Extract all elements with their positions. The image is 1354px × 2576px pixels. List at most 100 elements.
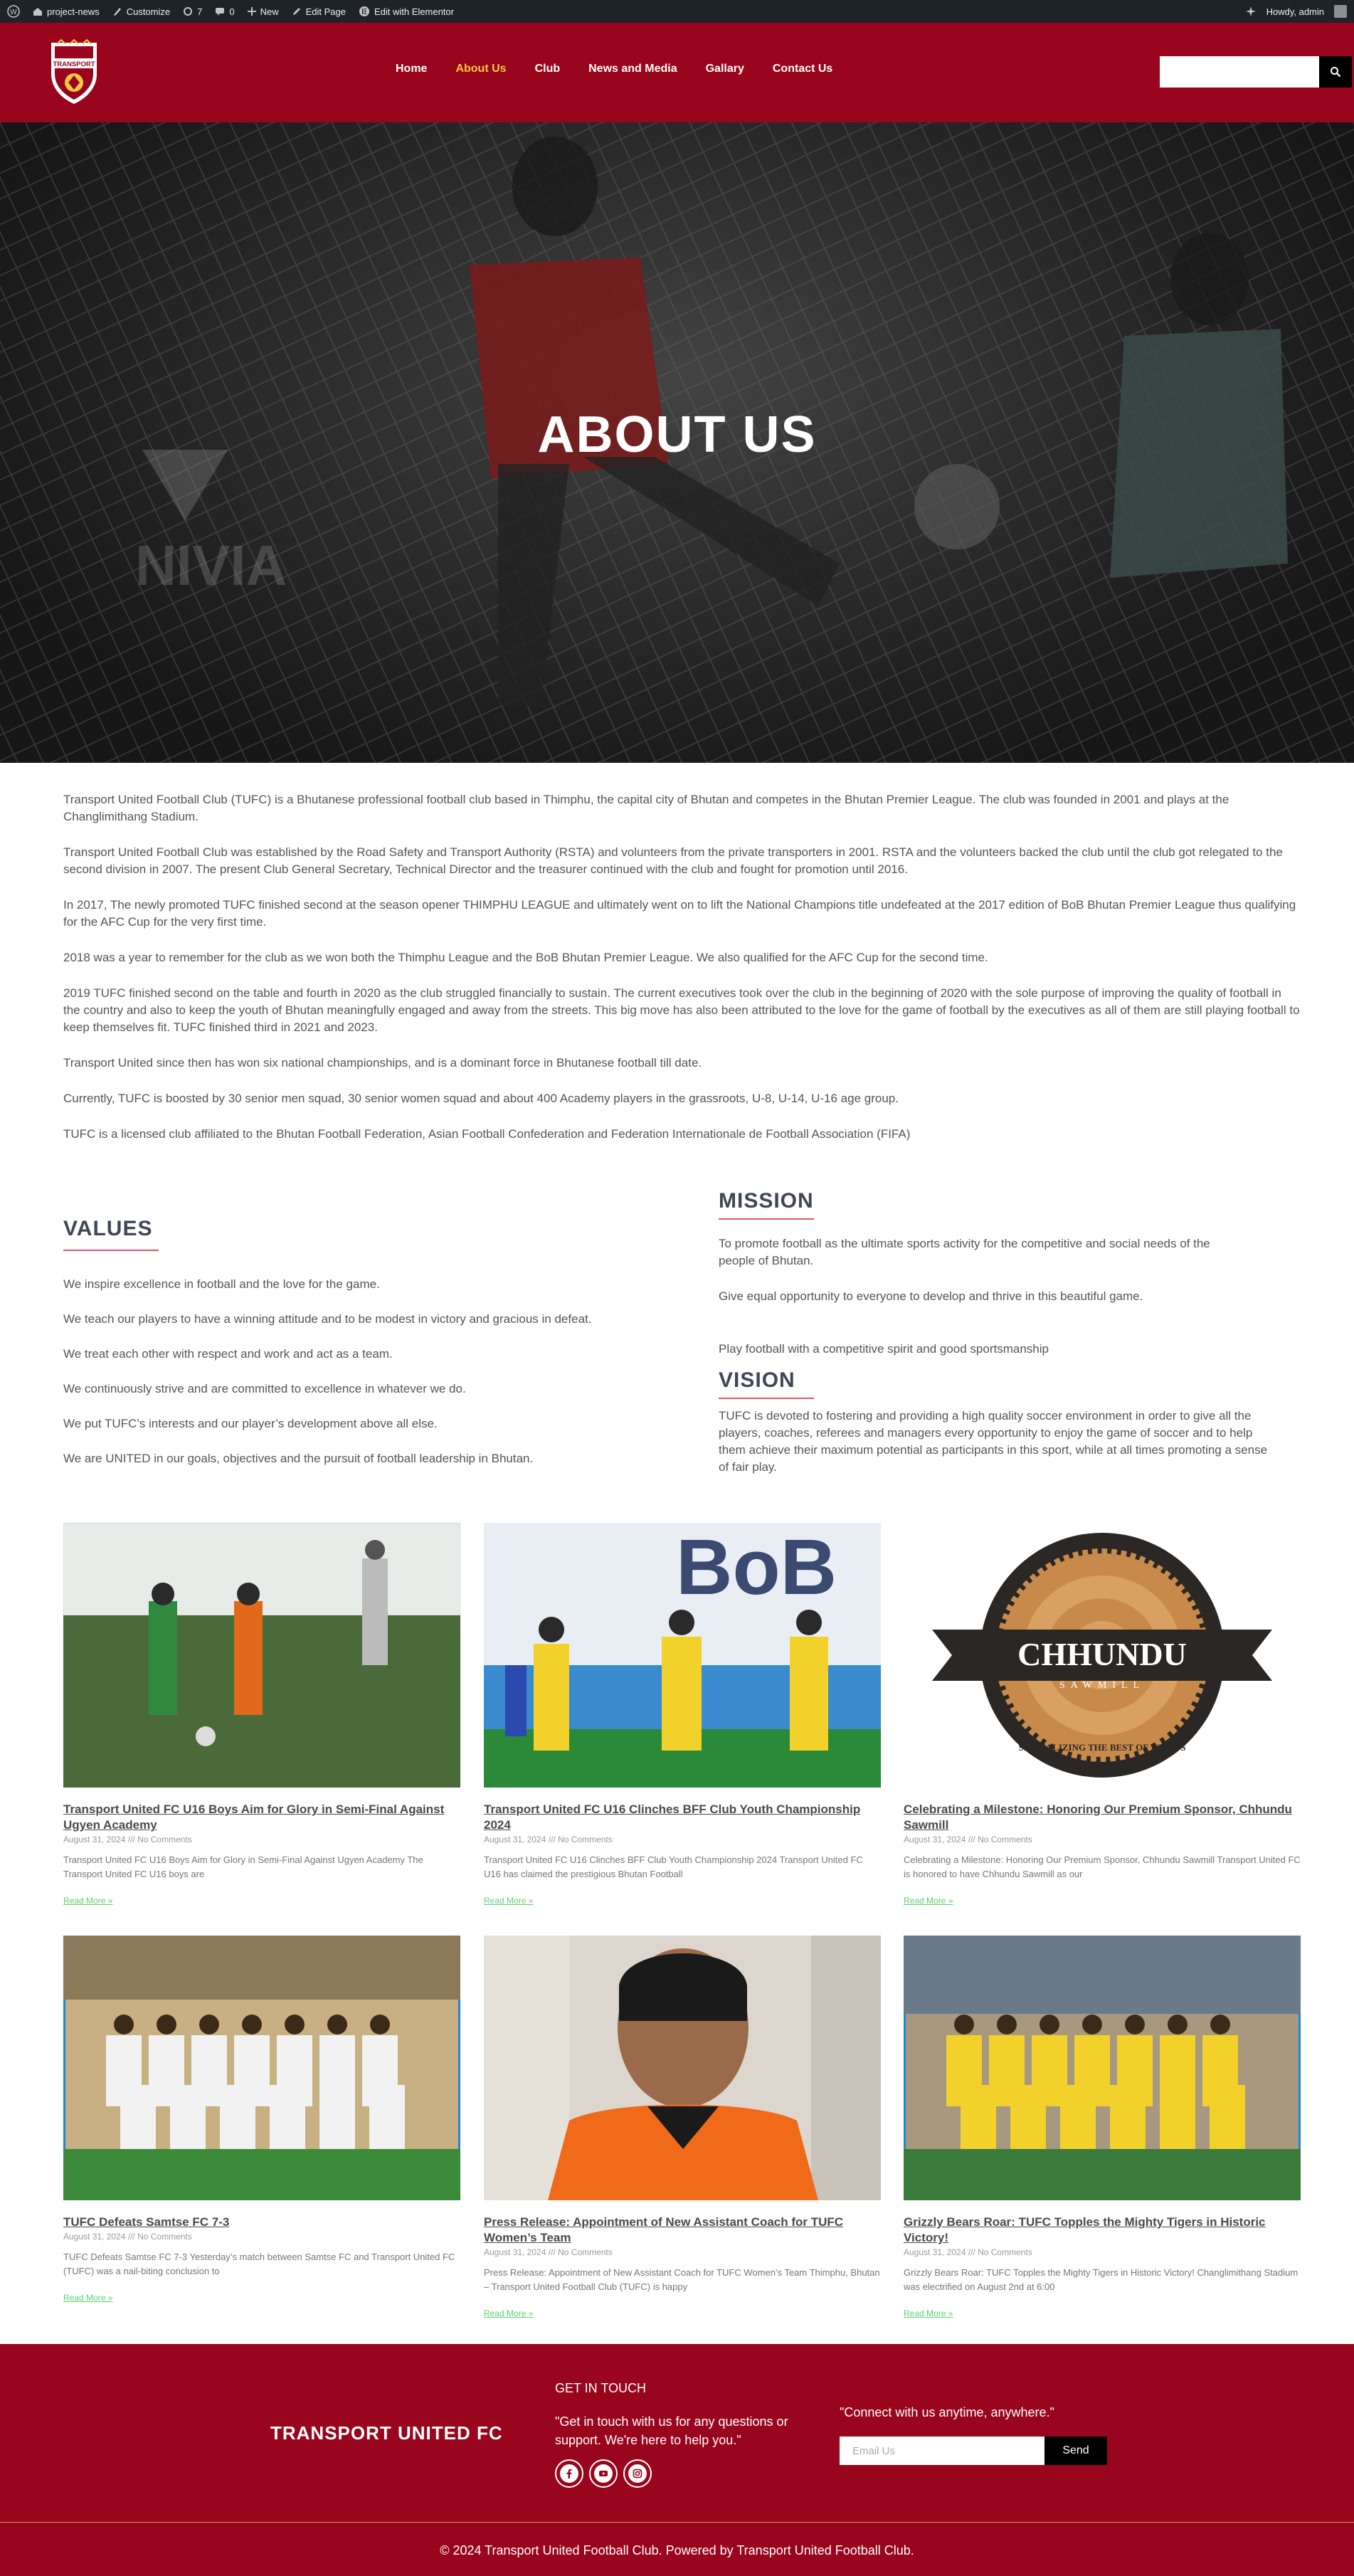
search-icon [1331,67,1341,78]
comment-icon [216,8,225,16]
read-more-link[interactable]: Read More » [904,1896,953,1906]
copyright-text: © 2024 Transport United Football Club. P… [440,2543,914,2557]
social-links [555,2459,652,2488]
read-more-link[interactable]: Read More » [484,1896,533,1906]
values-section: VALUES We inspire excellence in football… [63,1217,661,1467]
nav-gallary[interactable]: Gallary [706,63,744,75]
mission-heading: MISSION [719,1189,814,1213]
values-item: We inspire excellence in football and th… [63,1277,380,1291]
home-icon [33,8,42,16]
post-meta: August 31, 2024 /// No Comments [484,1835,613,1844]
email-input[interactable] [840,2437,1044,2465]
mission-section: MISSION To promote football as the ultim… [719,1189,1274,1358]
about-paragraph: Currently, TUFC is boosted by 30 senior … [63,1092,899,1105]
pencil-icon [292,8,300,15]
admin-site-name-label: project-news [47,6,100,17]
post-excerpt: Transport United FC U16 Clinches BFF Clu… [484,1854,863,1879]
wp-logo-icon[interactable]: W [7,5,20,18]
nav-about-us[interactable]: About Us [455,63,506,75]
read-more-link[interactable]: Read More » [63,2293,112,2303]
vision-underline [719,1398,814,1399]
post-image[interactable]: BoB [484,1523,881,1788]
site-footer: TRANSPORT UNITED FC GET IN TOUCH "Get in… [0,2344,1354,2576]
elementor-icon [359,6,369,16]
admin-edit-elementor-label: Edit with Elementor [374,6,454,17]
vision-text: TUFC is devoted to fostering and providi… [719,1409,1268,1474]
elementor-notice-icon[interactable] [1245,6,1257,17]
search-input[interactable] [1160,56,1319,88]
post-image[interactable]: CHHUNDU SAWMILL SPECIALIZING THE BEST OF… [904,1523,1301,1788]
post-title[interactable]: Celebrating a Milestone: Honoring Our Pr… [904,1802,1301,1833]
get-in-touch-title: GET IN TOUCH [555,2381,647,2395]
admin-updates[interactable]: 7 [183,6,202,17]
plus-icon [247,7,256,16]
post-excerpt: TUFC Defeats Samtse FC 7-3 Yesterday’s m… [63,2252,455,2276]
post-title[interactable]: Press Release: Appointment of New Assist… [484,2215,881,2246]
post-image[interactable] [63,1523,460,1788]
post-meta: August 31, 2024 /// No Comments [904,2247,1032,2257]
hero-banner: NIVIA ABOUT US [0,122,1354,763]
footer-brand: TRANSPORT UNITED FC [270,2422,503,2444]
admin-howdy[interactable]: Howdy, admin [1266,6,1324,17]
values-item: We treat each other with respect and wor… [63,1347,393,1361]
brush-icon [113,8,121,16]
admin-site-name[interactable]: project-news [33,6,100,17]
admin-comments[interactable]: 0 [215,6,235,17]
admin-avatar[interactable] [1334,5,1347,18]
search-button[interactable] [1319,56,1352,88]
send-button[interactable]: Send [1044,2437,1107,2465]
admin-customize-label: Customize [126,6,171,17]
nav-club[interactable]: Club [535,63,561,75]
values-item: We put TUFC’s interests and our player’s… [63,1417,438,1430]
youtube-link[interactable] [589,2459,618,2488]
post-title[interactable]: Transport United FC U16 Clinches BFF Clu… [484,1802,881,1833]
admin-customize[interactable]: Customize [112,6,170,17]
admin-comments-count: 0 [229,6,235,17]
nav-contact-us[interactable]: Contact Us [773,63,832,75]
admin-edit-page-label: Edit Page [305,6,346,17]
footer-divider [0,2522,1354,2523]
post-image[interactable] [904,1936,1301,2200]
about-paragraph: Transport United since then has won six … [63,1056,702,1070]
site-header: TRANSPORT Home About Us Club News and Me… [0,23,1354,122]
svg-text:BoB: BoB [676,1524,837,1611]
instagram-link[interactable] [623,2459,652,2488]
facebook-link[interactable] [555,2459,583,2488]
post-title[interactable]: Transport United FC U16 Boys Aim for Glo… [63,1802,460,1833]
mission-underline [719,1218,814,1220]
post-image[interactable] [63,1936,460,2200]
admin-edit-page[interactable]: Edit Page [292,6,346,17]
post-excerpt: Press Release: Appointment of New Assist… [484,2267,880,2292]
svg-text:TRANSPORT: TRANSPORT [53,60,95,68]
about-paragraph: 2019 TUFC finished second on the table a… [63,986,1300,1034]
post-card: BoB Transport United FC U16 Clinches BFF… [484,1523,881,1907]
post-image[interactable] [484,1936,881,2200]
read-more-link[interactable]: Read More » [484,2308,533,2318]
post-card: Grizzly Bears Roar: TUFC Topples the Mig… [904,1936,1301,2320]
mission-item: Play football with a competitive spirit … [719,1342,1049,1356]
post-card: CHHUNDU SAWMILL SPECIALIZING THE BEST OF… [904,1523,1301,1907]
nav-home[interactable]: Home [396,63,427,75]
club-logo[interactable]: TRANSPORT [47,38,101,107]
mission-item: To promote football as the ultimate spor… [719,1237,1210,1267]
post-meta: August 31, 2024 /// No Comments [63,1835,192,1844]
about-paragraph: TUFC is a licensed club affiliated to th… [63,1127,911,1141]
post-excerpt: Grizzly Bears Roar: TUFC Topples the Mig… [904,2267,1299,2292]
admin-new[interactable]: New [247,6,279,17]
facebook-icon [566,2469,572,2479]
post-meta: August 31, 2024 /// No Comments [904,1835,1032,1844]
read-more-link[interactable]: Read More » [63,1896,112,1906]
admin-edit-elementor[interactable]: Edit with Elementor [359,6,454,17]
post-title[interactable]: Grizzly Bears Roar: TUFC Topples the Mig… [904,2215,1301,2246]
nav-news-and-media[interactable]: News and Media [588,63,677,75]
vision-section: VISION TUFC is devoted to fostering and … [719,1368,1274,1476]
svg-text:SPECIALIZING THE BEST OF WOODS: SPECIALIZING THE BEST OF WOODS [1018,1742,1185,1753]
vision-heading: VISION [719,1368,795,1392]
post-title[interactable]: TUFC Defeats Samtse FC 7-3 [63,2215,460,2230]
read-more-link[interactable]: Read More » [904,2308,953,2318]
about-paragraph: Transport United Football Club (TUFC) is… [63,793,1229,823]
instagram-icon [633,2469,642,2479]
post-meta: August 31, 2024 /// No Comments [63,2232,192,2242]
svg-text:SAWMILL: SAWMILL [1059,1680,1145,1691]
about-paragraph: 2018 was a year to remember for the club… [63,951,988,964]
